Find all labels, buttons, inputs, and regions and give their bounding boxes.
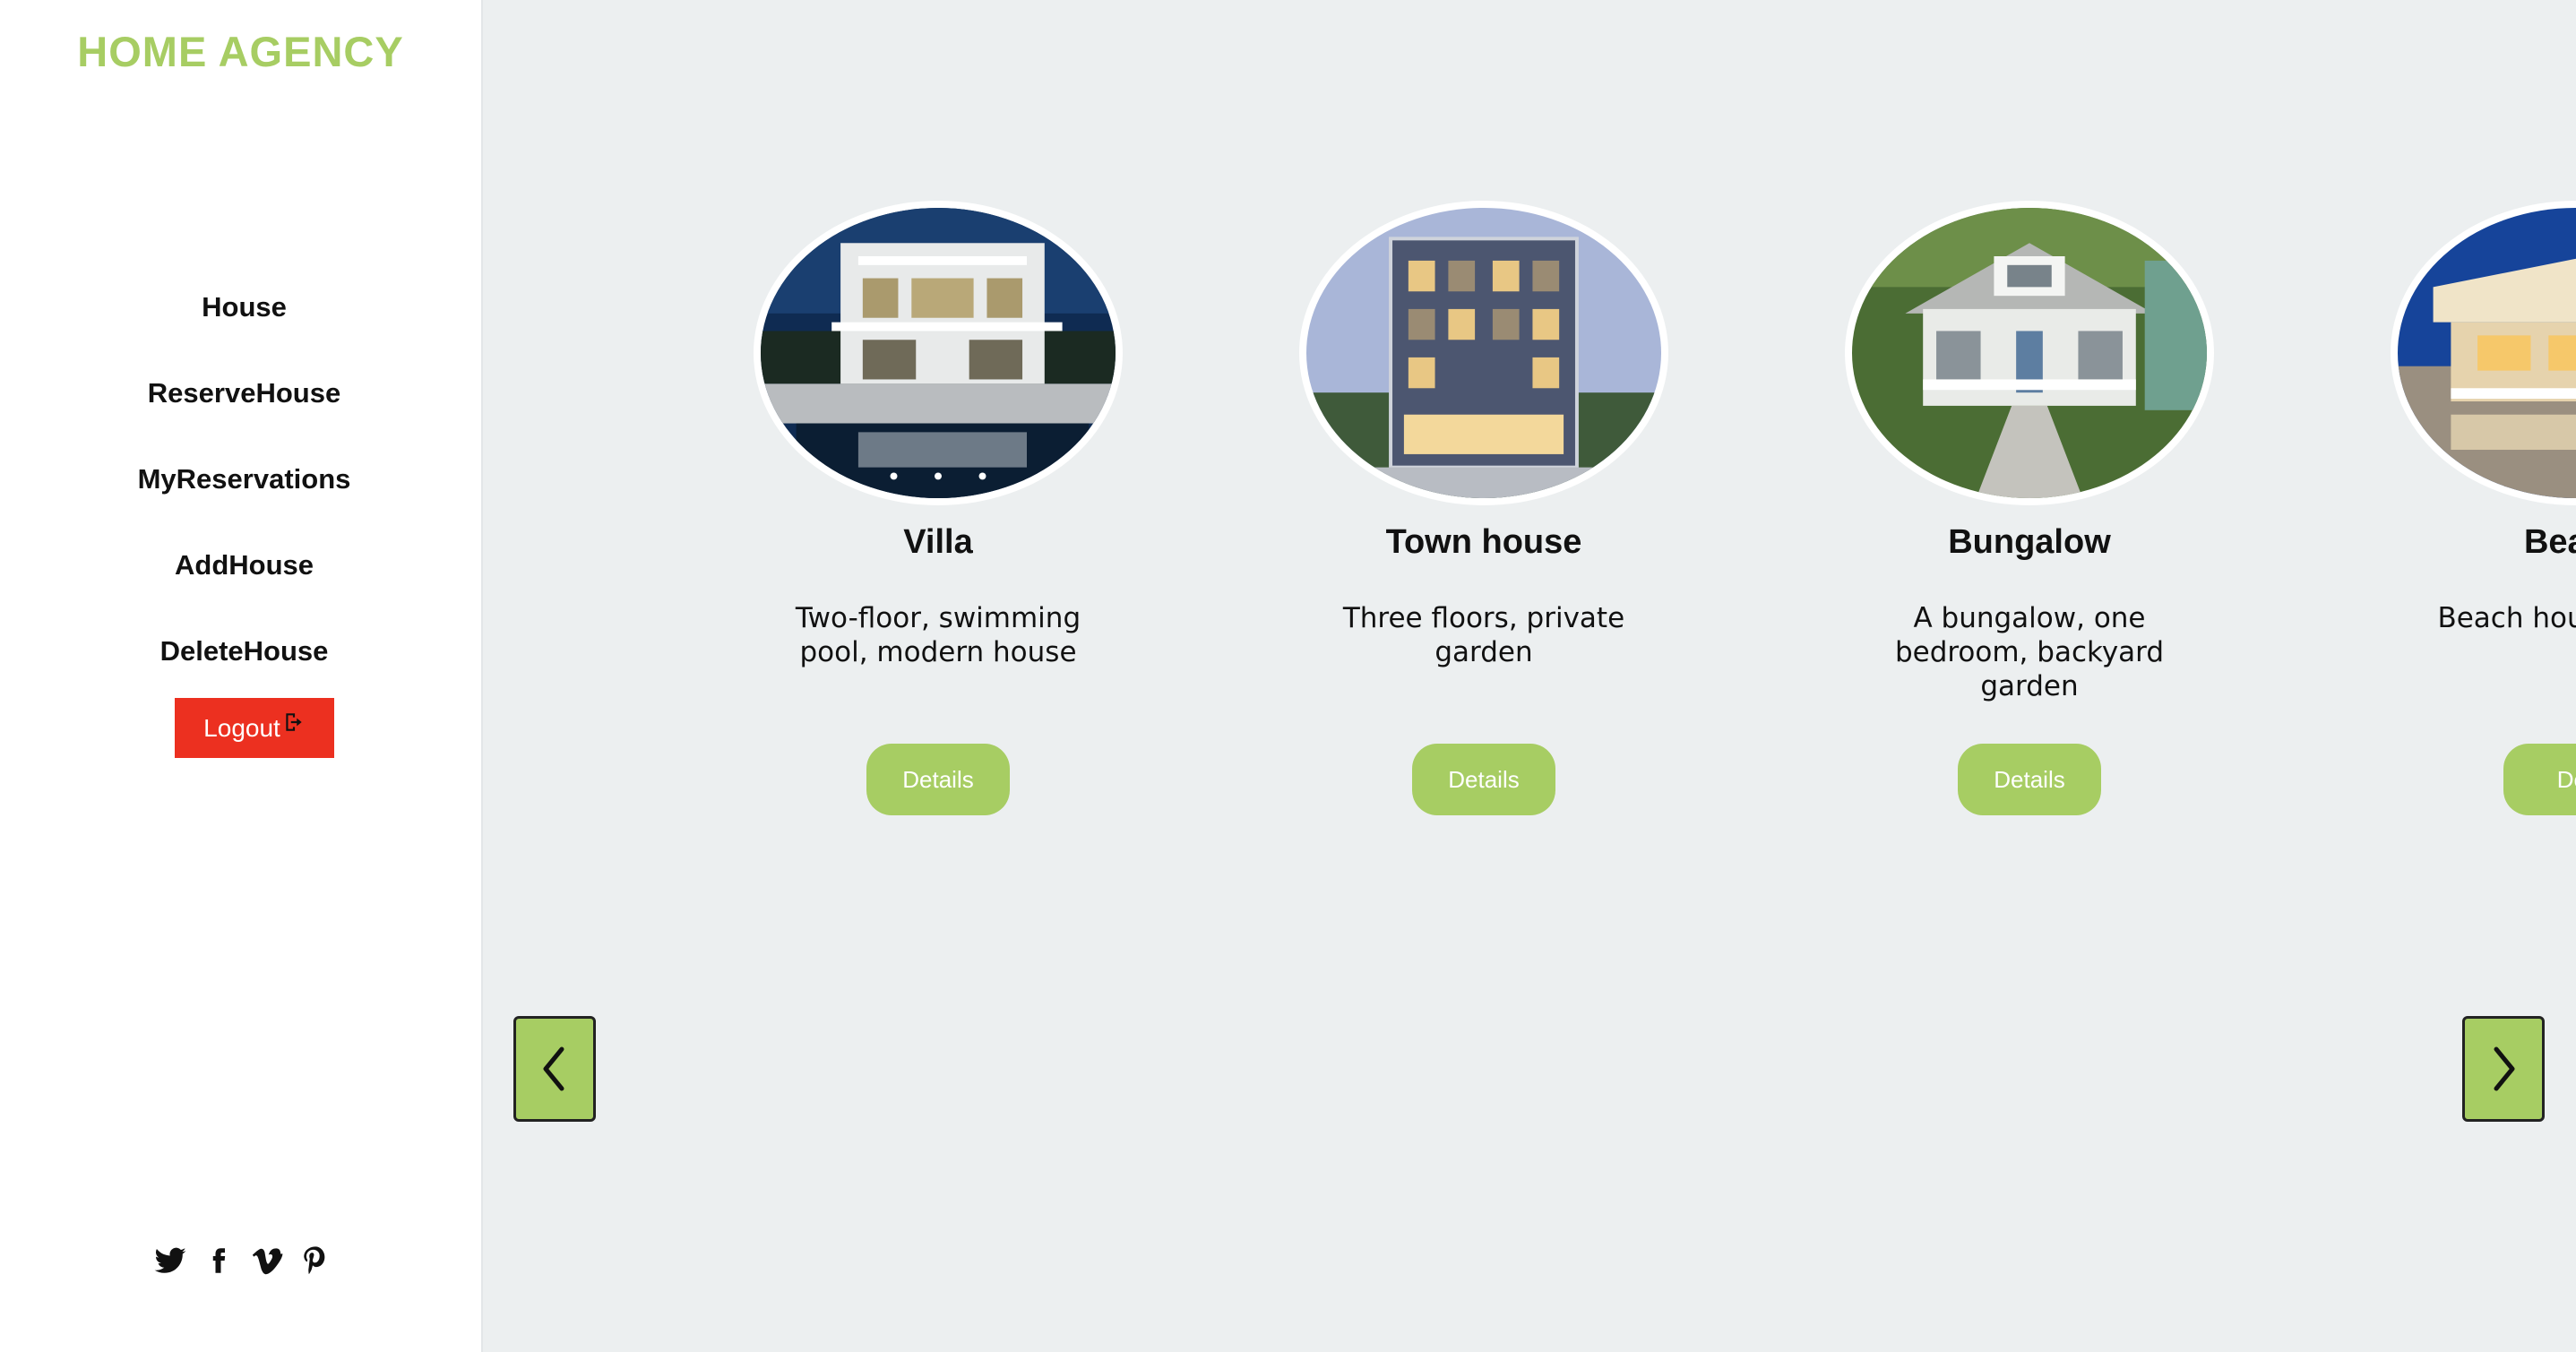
logout-icon [286,712,302,731]
brand-logo[interactable]: HOME AGENCY [0,27,481,76]
carousel-next-button[interactable] [2462,1016,2545,1122]
twitter-icon[interactable] [152,1241,188,1280]
carousel-prev-button[interactable] [513,1016,596,1122]
nav-item-reserve-house[interactable]: ReserveHouse [0,373,488,459]
card-description: Three floors, private garden [1342,602,1625,668]
chevron-left-icon [543,1046,564,1091]
sidebar: HOME AGENCY House ReserveHouse MyReserva… [0,0,483,1352]
house-photo-bungalow [1845,201,2214,505]
details-button[interactable]: Details [1958,744,2101,815]
nav-item-my-reservations[interactable]: MyReservations [0,459,488,545]
card-description: A bungalow, one bedroom, backyard garden [1894,602,2165,702]
details-button[interactable]: Det [2503,744,2576,815]
card-title: Villa [903,523,973,561]
house-card-town-house: Town house Three floors, private garden … [1296,201,1672,815]
house-card-bungalow: Bungalow A bungalow, one bedroom, backya… [1841,201,2218,815]
pinterest-icon[interactable] [297,1241,333,1280]
main-nav: House ReserveHouse MyReservations AddHou… [0,287,488,717]
house-card-beach: Beach Beach house, 3 bed Det [2387,201,2576,815]
card-description: Beach house, 3 bed [2437,602,2576,634]
carousel: Villa Two-floor, swimming pool, modern h… [485,0,2576,1352]
facebook-icon[interactable] [201,1241,237,1280]
card-title: Town house [1385,523,1582,561]
logout-label: Logout [203,713,280,742]
house-photo-villa [754,201,1123,505]
logout-button[interactable]: Logout [175,698,334,758]
social-links [152,1241,333,1280]
house-photo-town-house [1299,201,1668,505]
card-description: Two-floor, swimming pool, modern house [795,602,1081,668]
details-button[interactable]: Details [1412,744,1555,815]
card-title: Bungalow [1948,523,2111,561]
chevron-right-icon [2494,1046,2515,1091]
card-title: Beach [2523,523,2576,561]
details-button[interactable]: Details [866,744,1010,815]
nav-item-add-house[interactable]: AddHouse [0,545,488,631]
nav-item-house[interactable]: House [0,287,488,373]
vimeo-icon[interactable] [249,1241,285,1280]
house-card-villa: Villa Two-floor, swimming pool, modern h… [750,201,1126,815]
house-photo-beach [2391,201,2576,505]
